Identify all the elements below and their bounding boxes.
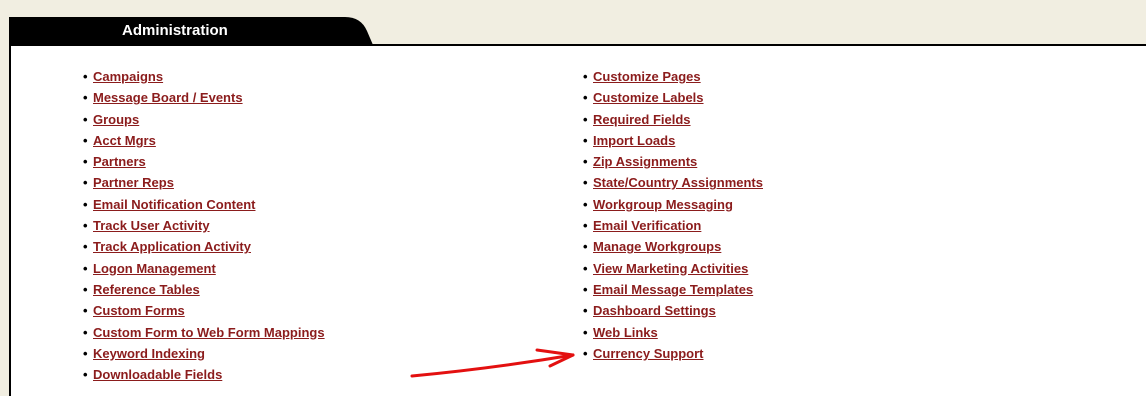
bullet-icon: • <box>583 345 588 361</box>
link-state-country-assignments[interactable]: State/Country Assignments <box>593 175 763 190</box>
list-item: • Partners <box>83 154 325 175</box>
bullet-icon: • <box>583 175 588 191</box>
list-item: • Partner Reps <box>83 175 325 196</box>
bullet-icon: • <box>83 260 88 276</box>
bullet-icon: • <box>583 111 588 127</box>
bullet-icon: • <box>83 175 88 191</box>
link-dashboard-settings[interactable]: Dashboard Settings <box>593 303 716 318</box>
bullet-icon: • <box>83 90 88 106</box>
link-acct-mgrs[interactable]: Acct Mgrs <box>93 133 156 148</box>
list-item: • Track Application Activity <box>83 239 325 260</box>
list-item: • Reference Tables <box>83 282 325 303</box>
bullet-icon: • <box>583 196 588 212</box>
list-item: • Acct Mgrs <box>83 133 325 154</box>
link-required-fields[interactable]: Required Fields <box>593 112 691 127</box>
link-currency-support[interactable]: Currency Support <box>593 346 704 361</box>
list-item: • Email Message Templates <box>583 282 763 303</box>
link-email-notification-content[interactable]: Email Notification Content <box>93 197 256 212</box>
bullet-icon: • <box>583 69 588 84</box>
link-partners[interactable]: Partners <box>93 154 146 169</box>
list-item: • Downloadable Fields <box>83 367 325 388</box>
list-item: • Track User Activity <box>83 218 325 239</box>
list-item: • Keyword Indexing <box>83 346 325 367</box>
list-item: • Campaigns <box>83 69 325 90</box>
list-item: • Workgroup Messaging <box>583 197 763 218</box>
bullet-icon: • <box>583 218 588 234</box>
link-zip-assignments[interactable]: Zip Assignments <box>593 154 697 169</box>
bullet-icon: • <box>583 90 588 106</box>
bullet-icon: • <box>83 303 88 319</box>
list-item: • Message Board / Events <box>83 90 325 111</box>
link-keyword-indexing[interactable]: Keyword Indexing <box>93 346 205 361</box>
link-customize-pages[interactable]: Customize Pages <box>593 69 701 84</box>
link-track-user-activity[interactable]: Track User Activity <box>93 218 210 233</box>
bullet-icon: • <box>83 345 88 361</box>
link-web-links[interactable]: Web Links <box>593 325 658 340</box>
link-groups[interactable]: Groups <box>93 112 139 127</box>
bullet-icon: • <box>83 239 88 255</box>
list-item: • Zip Assignments <box>583 154 763 175</box>
list-item: • Dashboard Settings <box>583 303 763 324</box>
bullet-icon: • <box>583 303 588 319</box>
link-reference-tables[interactable]: Reference Tables <box>93 282 200 297</box>
admin-links-right: • Customize Pages • Customize Labels • Requ… <box>583 69 763 367</box>
list-item: • Import Loads <box>583 133 763 154</box>
admin-tab-header: Administration <box>9 17 373 45</box>
list-item: • View Marketing Activities <box>583 261 763 282</box>
bullet-icon: • <box>83 367 88 383</box>
page-title: Administration <box>122 22 228 39</box>
bullet-icon: • <box>583 260 588 276</box>
bullet-icon: • <box>583 239 588 255</box>
bullet-icon: • <box>83 111 88 127</box>
bullet-icon: • <box>83 281 88 297</box>
annotation-arrow-icon <box>410 348 575 378</box>
list-item: • Email Notification Content <box>83 197 325 218</box>
link-customize-labels[interactable]: Customize Labels <box>593 90 704 105</box>
bullet-icon: • <box>583 132 588 148</box>
link-track-application-activity[interactable]: Track Application Activity <box>93 239 251 254</box>
link-custom-forms[interactable]: Custom Forms <box>93 303 185 318</box>
list-item: • Logon Management <box>83 261 325 282</box>
list-item: • State/Country Assignments <box>583 175 763 196</box>
bullet-icon: • <box>83 218 88 234</box>
link-email-verification[interactable]: Email Verification <box>593 218 701 233</box>
bullet-icon: • <box>583 324 588 340</box>
list-item: • Email Verification <box>583 218 763 239</box>
list-item: • Custom Form to Web Form Mappings <box>83 325 325 346</box>
link-view-marketing-activities[interactable]: View Marketing Activities <box>593 261 748 276</box>
bullet-icon: • <box>83 69 88 84</box>
list-item: • Required Fields <box>583 112 763 133</box>
link-workgroup-messaging[interactable]: Workgroup Messaging <box>593 197 733 212</box>
list-item: • Groups <box>83 112 325 133</box>
list-item: • Customize Pages <box>583 69 763 90</box>
link-import-loads[interactable]: Import Loads <box>593 133 675 148</box>
link-downloadable-fields[interactable]: Downloadable Fields <box>93 367 222 382</box>
list-item: • Currency Support <box>583 346 763 367</box>
bullet-icon: • <box>83 154 88 170</box>
link-email-message-templates[interactable]: Email Message Templates <box>593 282 753 297</box>
link-campaigns[interactable]: Campaigns <box>93 69 163 84</box>
list-item: • Custom Forms <box>83 303 325 324</box>
link-message-board-events[interactable]: Message Board / Events <box>93 90 243 105</box>
bullet-icon: • <box>583 281 588 297</box>
link-logon-management[interactable]: Logon Management <box>93 261 216 276</box>
link-custom-form-to-web-form-mappings[interactable]: Custom Form to Web Form Mappings <box>93 325 325 340</box>
list-item: • Web Links <box>583 325 763 346</box>
list-item: • Manage Workgroups <box>583 239 763 260</box>
link-partner-reps[interactable]: Partner Reps <box>93 175 174 190</box>
link-manage-workgroups[interactable]: Manage Workgroups <box>593 239 721 254</box>
list-item: • Customize Labels <box>583 90 763 111</box>
bullet-icon: • <box>83 132 88 148</box>
admin-links-left: • Campaigns • Message Board / Events • Grou… <box>83 69 325 388</box>
bullet-icon: • <box>83 324 88 340</box>
bullet-icon: • <box>83 196 88 212</box>
bullet-icon: • <box>583 154 588 170</box>
